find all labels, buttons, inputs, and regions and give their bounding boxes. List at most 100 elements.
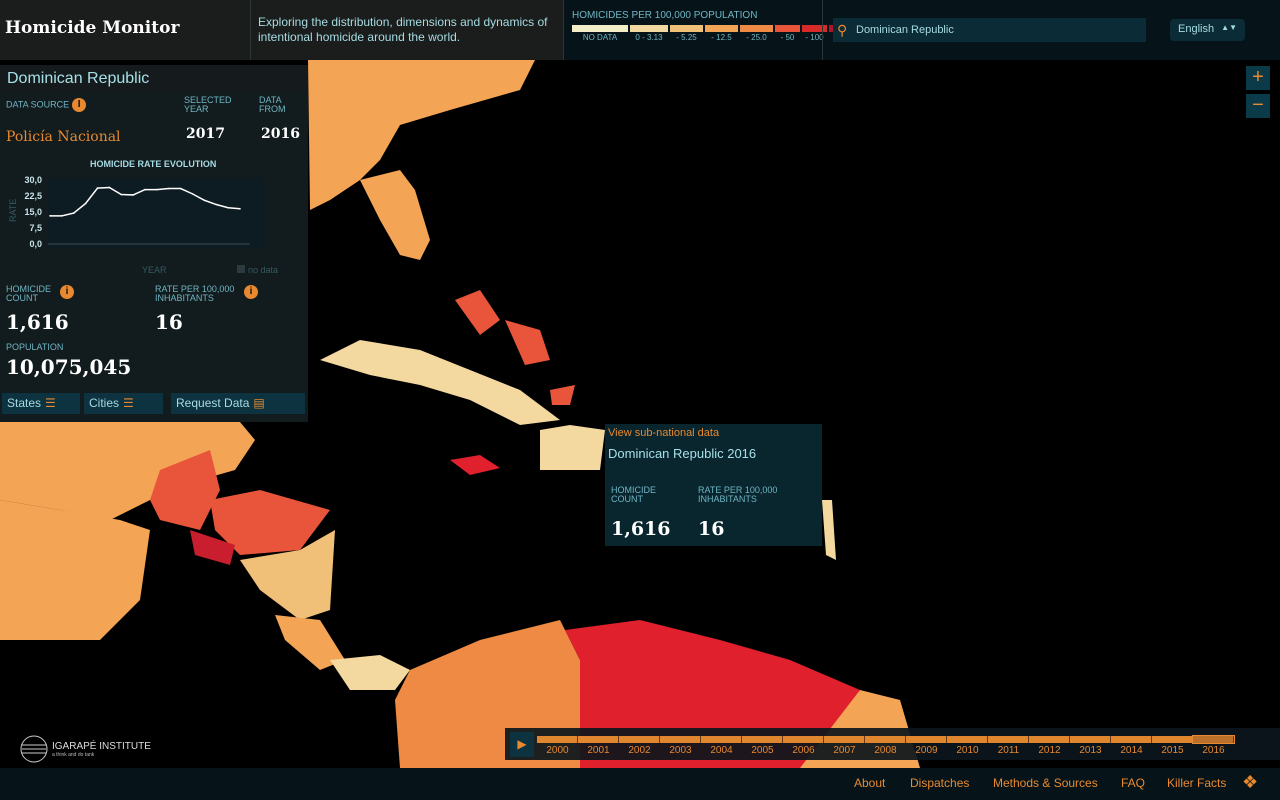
panama[interactable]: [330, 655, 410, 690]
timeline-year[interactable]: 2003: [660, 736, 701, 756]
year-bar[interactable]: [578, 736, 619, 743]
rate-point[interactable]: [144, 188, 146, 191]
rate-point[interactable]: [96, 187, 99, 189]
antilles[interactable]: [822, 500, 836, 560]
footer-link-killer-facts[interactable]: Killer Facts: [1167, 776, 1226, 790]
year-bar[interactable]: [1029, 736, 1070, 743]
rate-point[interactable]: [132, 194, 134, 196]
rate-point[interactable]: [156, 188, 158, 191]
timeline-year[interactable]: 2016: [1192, 735, 1235, 756]
timeline-year[interactable]: 2004: [701, 736, 742, 756]
info-icon[interactable]: i: [244, 285, 258, 299]
timeline[interactable]: ▶ 2000 2001 2002 2003 2004 2005 2006 2007 2008 20…: [505, 728, 1280, 760]
florida[interactable]: [360, 170, 430, 260]
popup-title: Dominican Republic 2016: [608, 446, 757, 461]
year-bar[interactable]: [1192, 735, 1235, 744]
year-label: 2011: [997, 745, 1020, 756]
timeline-year[interactable]: 2010: [947, 736, 988, 756]
rate-point[interactable]: [215, 203, 218, 206]
play-button[interactable]: ▶: [510, 732, 534, 757]
timeline-year[interactable]: 2012: [1029, 736, 1070, 756]
footer-link-about[interactable]: About: [854, 776, 885, 790]
mexico-south[interactable]: [0, 500, 150, 640]
year-bar[interactable]: [783, 736, 824, 743]
year-bar[interactable]: [865, 736, 906, 743]
legend-label: - 50: [780, 33, 795, 42]
turks-caicos[interactable]: [550, 385, 575, 405]
year-bar[interactable]: [906, 736, 947, 743]
year-bar[interactable]: [742, 736, 783, 743]
year-bar[interactable]: [1070, 736, 1111, 743]
jamaica[interactable]: [450, 455, 500, 475]
list-icon: ☰: [45, 396, 56, 410]
states-button[interactable]: States ☰: [2, 393, 80, 414]
year-bar[interactable]: [947, 736, 988, 743]
year-label: 2015: [1161, 745, 1184, 756]
cities-button[interactable]: Cities ☰: [84, 393, 163, 414]
rate-point[interactable]: [49, 215, 51, 217]
timeline-year[interactable]: 2009: [906, 736, 947, 756]
bahamas[interactable]: [455, 290, 500, 335]
timeline-year[interactable]: 2014: [1111, 736, 1152, 756]
header: Homicide Monitor Exploring the distribut…: [0, 0, 1280, 60]
timeline-year[interactable]: 2007: [824, 736, 865, 756]
info-icon[interactable]: i: [60, 285, 74, 299]
timeline-year[interactable]: 2013: [1070, 736, 1111, 756]
legend-title: HOMICIDES PER 100,000 POPULATION: [572, 10, 758, 21]
rate-point[interactable]: [203, 199, 206, 202]
footer-link-faq[interactable]: FAQ: [1121, 776, 1145, 790]
rate-point[interactable]: [227, 206, 229, 209]
legend-swatch: [630, 25, 668, 32]
timeline-year[interactable]: 2005: [742, 736, 783, 756]
timeline-year[interactable]: 2000: [537, 736, 578, 756]
info-icon[interactable]: i: [72, 98, 87, 112]
timeline-year[interactable]: 2002: [619, 736, 660, 756]
sub-national-link[interactable]: View sub-national data: [608, 427, 719, 439]
rate-point[interactable]: [120, 193, 123, 196]
data-source[interactable]: Policía Nacional: [6, 129, 121, 145]
bahamas-east[interactable]: [505, 320, 550, 365]
timeline-year[interactable]: 2008: [865, 736, 906, 756]
search-input[interactable]: ⚲ Dominican Republic: [833, 18, 1146, 42]
twitter-icon[interactable]: ❖: [1242, 772, 1258, 793]
legend-swatch: [740, 25, 773, 32]
rate-point[interactable]: [191, 193, 194, 195]
app-title[interactable]: Homicide Monitor: [5, 18, 179, 38]
request-data-button[interactable]: Request Data ▤: [171, 393, 305, 414]
timeline-year[interactable]: 2015: [1152, 736, 1193, 756]
rate-point[interactable]: [61, 215, 63, 217]
year-bar[interactable]: [701, 736, 742, 743]
select-arrows-icon: ▲▼: [1221, 23, 1237, 32]
timeline-year[interactable]: 2001: [578, 736, 619, 756]
rate-point[interactable]: [72, 212, 75, 214]
timeline-year[interactable]: 2011: [988, 736, 1029, 756]
haiti[interactable]: [540, 425, 605, 470]
year-bar[interactable]: [1152, 736, 1193, 743]
year-bar[interactable]: [1111, 736, 1152, 743]
year-bar[interactable]: [660, 736, 701, 743]
year-bar[interactable]: [537, 736, 578, 743]
y-tick-label: 7,5: [29, 223, 42, 233]
zoom-in-button[interactable]: +: [1246, 66, 1270, 90]
footer-link-methods[interactable]: Methods & Sources: [993, 776, 1098, 790]
rate-point[interactable]: [167, 187, 170, 190]
legend-swatch: [572, 25, 628, 32]
year-bar[interactable]: [619, 736, 660, 743]
selected-year: 2017: [186, 126, 225, 142]
rate-point[interactable]: [108, 186, 111, 189]
rate-point[interactable]: [84, 202, 87, 205]
tagline: Exploring the distribution, dimensions a…: [258, 15, 548, 44]
country-name: Dominican Republic: [0, 65, 308, 93]
language-select[interactable]: English ▲▼: [1170, 19, 1245, 41]
igarape-logo[interactable]: IGARAPÉ INSTITUTE a think and do tank: [20, 735, 151, 763]
legend-label: 0 - 3.13: [635, 33, 663, 42]
year-bar[interactable]: [988, 736, 1029, 743]
zoom-out-button[interactable]: −: [1246, 94, 1270, 118]
rate-point[interactable]: [239, 208, 241, 210]
timeline-year[interactable]: 2006: [783, 736, 824, 756]
rate-point[interactable]: [179, 187, 182, 190]
footer-link-dispatches[interactable]: Dispatches: [910, 776, 969, 790]
legend-label: NO DATA: [582, 33, 618, 42]
year-label: 2008: [874, 745, 897, 756]
year-bar[interactable]: [824, 736, 865, 743]
